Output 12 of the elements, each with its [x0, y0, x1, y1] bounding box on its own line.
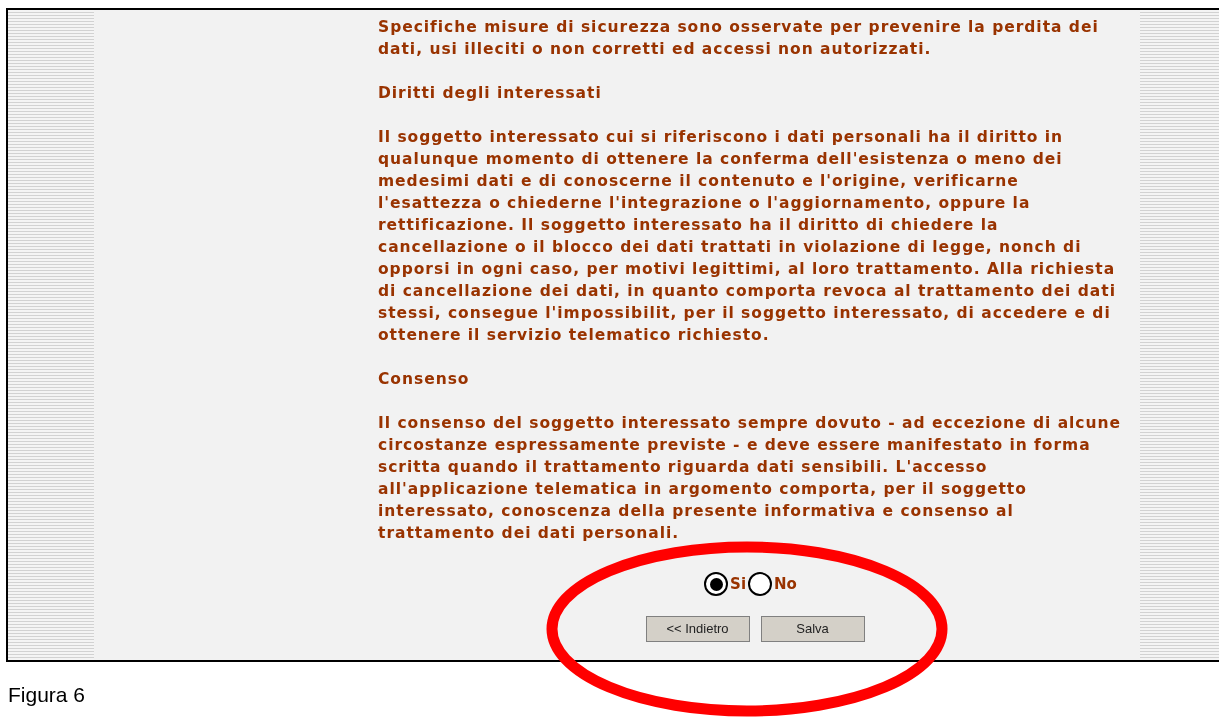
section-heading: Diritti degli interessati [378, 83, 603, 104]
radio-label[interactable]: No [774, 572, 797, 596]
paragraph: Il consenso del soggetto interessato sempre dovuto - ad eccezione di alcune circostanze espressamente previste - e deve essere manifestato in forma scritta quando il trattamento riguarda dati sensibili. L'accesso all'applicazione telematica in argomento comporta, per il soggetto interessato, conoscenza della presente informativa e consenso al trattamento dei dati personali. [378, 413, 1123, 544]
radio-label[interactable]: Si [730, 572, 747, 596]
paragraph: Il soggetto interessato cui si riferiscono i dati personali ha il diritto in qualunque momento di ottenere la conferma dell'esistenza o meno dei medesimi dati e di conoscerne il contenuto e l'origine, verificarne l'esattezza o chiederne l'integrazione o l'aggiornamento, oppure la rettificazione. Il soggetto interessato ha il diritto di chiedere la cancellazione o il blocco dei dati trattati in violazione di legge, nonch di opporsi in ogni caso, per motivi legittimi, al loro trattamento. Alla richiesta di cancellazione dei dati, in quanto comporta revoca al trattamento dei dati stessi, consegue l'impossibilit, per il soggetto interessato, di accedere e di ottenere il servizio telematico richiesto. [378, 127, 1117, 346]
back-button[interactable]: << Indietro [645, 616, 750, 642]
figure-caption: Figura 6 [8, 682, 87, 708]
radio-button[interactable] [748, 572, 773, 596]
section-heading: Consenso [378, 369, 471, 390]
save-button[interactable]: Salva [760, 616, 865, 642]
radio-button[interactable] [704, 572, 729, 596]
paragraph: Specifiche misure di sicurezza sono osservate per prevenire la perdita dei dati, usi illeciti o non corretti ed accessi non autorizzati. [378, 17, 1100, 60]
